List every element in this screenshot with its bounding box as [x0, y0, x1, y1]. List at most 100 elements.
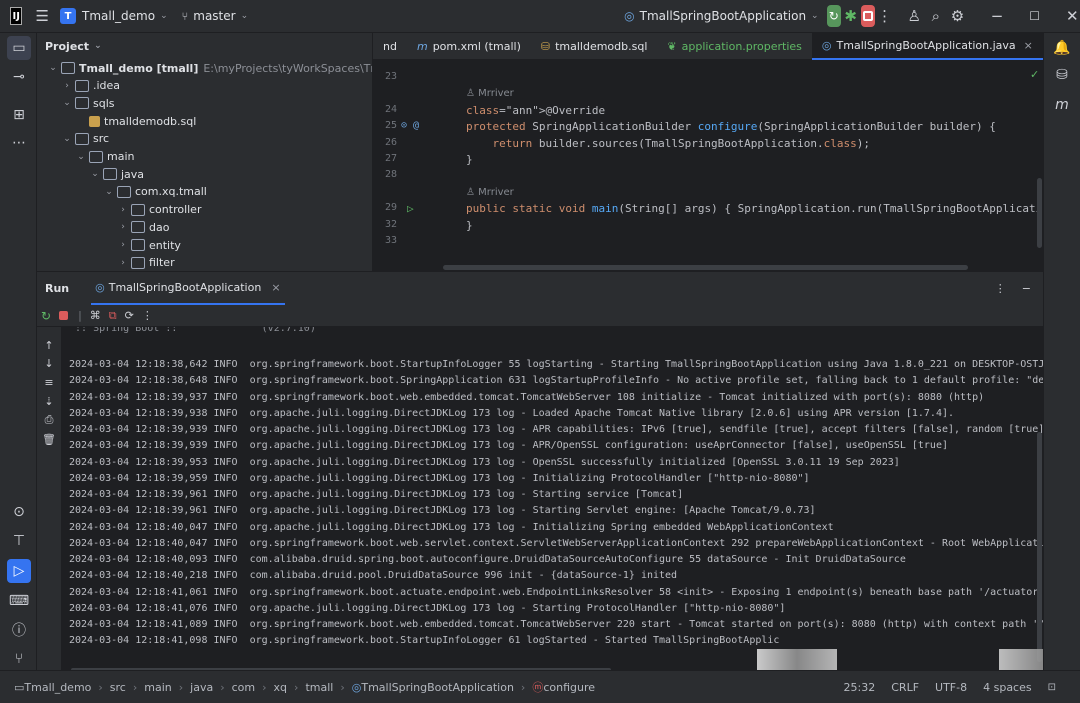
print-icon[interactable]: ⎙ — [41, 412, 57, 428]
tree-item[interactable]: › filter — [117, 254, 174, 271]
tree-item[interactable]: ⌄ Tmall_demo [tmall] E:\myProjects\tyWorkS… — [47, 59, 372, 77]
author-hint[interactable]: ♙ Mrriver — [466, 88, 514, 99]
tab-sql[interactable]: ⛁ tmalldemodb.sql — [531, 33, 658, 60]
editor-vertical-scrollbar[interactable] — [1037, 178, 1042, 248]
breadcrumb-item[interactable]: Tmall_demo — [24, 681, 91, 694]
breadcrumb-item[interactable]: TmallSpringBootApplication — [361, 681, 514, 694]
scroll-to-end-icon[interactable]: ⇣ — [41, 393, 57, 409]
breadcrumb-item[interactable]: tmall — [305, 681, 333, 694]
rerun-icon[interactable]: ↻ — [41, 309, 51, 323]
console-output[interactable]: :: Spring Boot :: (v2.7.10) 2024-03-04 12… — [61, 327, 1043, 670]
run-tool-icon[interactable]: ▷ — [7, 559, 31, 583]
tree-item[interactable]: › .idea — [61, 77, 120, 95]
editor-horizontal-scrollbar[interactable] — [443, 265, 968, 270]
soft-wrap-icon[interactable]: ≡ — [41, 374, 57, 390]
console-vertical-scrollbar[interactable] — [1037, 432, 1042, 662]
project-panel-header[interactable]: Project ⌄ — [37, 33, 372, 59]
close-tab-icon[interactable]: × — [271, 281, 280, 294]
indent-setting[interactable]: 4 spaces — [983, 681, 1032, 694]
menu-icon[interactable]: ☰ — [34, 4, 50, 28]
tree-item-label: sqls — [93, 96, 115, 110]
close-tab-icon[interactable]: × — [1024, 39, 1033, 52]
breadcrumb-item[interactable]: src — [110, 681, 126, 694]
settings-icon[interactable]: ⚙ — [950, 4, 966, 28]
redaction-block — [757, 649, 837, 670]
more-icon[interactable]: ⋮ — [142, 309, 153, 322]
log-line: 2024-03-04 12:18:39,953 INFO org.apache.… — [69, 456, 900, 468]
spring-class-icon: ◎ — [351, 680, 362, 694]
run-tab[interactable]: ◎ TmallSpringBootApplication × — [91, 272, 285, 305]
more-icon[interactable]: ⋮ — [995, 282, 1006, 295]
tree-item[interactable]: › entity — [117, 236, 181, 254]
database-file-icon: ⛁ — [540, 39, 551, 53]
redaction-block — [999, 649, 1043, 670]
chevron-right-icon: › — [121, 204, 125, 215]
minimize-panel-icon[interactable]: − — [1022, 282, 1031, 295]
log-line: 2024-03-04 12:18:40,093 INFO com.alibaba… — [69, 554, 906, 565]
restore-layout-icon[interactable]: ⟳ — [125, 309, 134, 322]
services-icon[interactable]: ⊙ — [7, 500, 31, 524]
rerun-icon[interactable]: ↻ — [826, 5, 841, 27]
chevron-right-icon: › — [132, 680, 138, 694]
breadcrumb-item[interactable]: com — [232, 681, 256, 694]
run-gutter-icon[interactable]: ▷ — [407, 202, 414, 215]
arrow-up-icon[interactable]: ↑ — [41, 337, 57, 353]
tab-properties[interactable]: ❦ application.properties — [657, 33, 812, 60]
minimize-icon[interactable]: − — [989, 4, 1005, 28]
tree-item[interactable]: ⌄ com.xq.tmall — [103, 183, 207, 201]
commit-icon[interactable]: ⊸ — [7, 65, 31, 89]
notifications-icon[interactable]: 🔔 — [1050, 36, 1074, 60]
file-encoding[interactable]: UTF-8 — [935, 681, 967, 694]
tree-item[interactable]: › controller — [117, 201, 201, 219]
structure-icon[interactable]: ⊞ — [7, 103, 31, 127]
tree-item[interactable]: ⌄ src — [61, 130, 109, 148]
lock-icon[interactable]: ⊡ — [1048, 682, 1056, 693]
run-config-selector[interactable]: ◎ TmallSpringBootApplication ⌄ — [624, 0, 818, 33]
method-icon: ⓜ — [532, 681, 544, 694]
tree-item[interactable]: ⌄ java — [89, 165, 144, 183]
more-icon[interactable]: ⋮ — [877, 4, 893, 28]
tree-item-label: entity — [149, 238, 181, 252]
git-icon[interactable]: ⑂ — [7, 647, 31, 671]
breadcrumb-item[interactable]: main — [144, 681, 171, 694]
maximize-icon[interactable]: ☐ — [1027, 4, 1043, 28]
more-tools-icon[interactable]: ⋯ — [7, 131, 31, 155]
project-folder-icon[interactable]: ▭ — [7, 36, 31, 60]
branch-selector[interactable]: ⑂ master ⌄ — [182, 0, 248, 33]
log-line: 2024-03-04 12:18:39,939 INFO org.apache.… — [69, 424, 1043, 435]
terminal-icon[interactable]: ⌨ — [7, 589, 31, 613]
author-hint[interactable]: ♙ Mrriver — [466, 187, 514, 198]
tree-item[interactable]: tmalldemodb.sql — [75, 112, 196, 130]
spring-class-icon: ◎ — [95, 281, 105, 294]
maven-icon[interactable]: m — [1050, 93, 1074, 117]
trash-icon[interactable]: 🗑 — [41, 431, 57, 447]
override-gutter-icon[interactable]: ⊙ @ — [401, 120, 419, 131]
build-icon[interactable]: ⊤ — [7, 529, 31, 553]
project-badge: T — [60, 8, 77, 24]
add-user-icon[interactable]: ♙ — [906, 4, 922, 28]
problems-icon[interactable]: ⓘ — [7, 618, 31, 642]
tab-pom[interactable]: m pom.xml (tmall) — [407, 33, 531, 60]
project-selector[interactable]: T Tmall_demo ⌄ — [60, 0, 168, 33]
tree-item[interactable]: ⌄ sqls — [61, 94, 115, 112]
line-separator[interactable]: CRLF — [891, 681, 919, 694]
tree-item-label: java — [121, 167, 145, 181]
close-icon[interactable]: ✕ — [1064, 4, 1080, 28]
search-icon[interactable]: ⌕ — [928, 4, 944, 28]
line-number: 33 — [384, 235, 397, 246]
stop-icon[interactable] — [860, 5, 875, 27]
tab-main-class[interactable]: ◎ TmallSpringBootApplication.java × — [811, 33, 1043, 60]
caret-position[interactable]: 25:32 — [844, 681, 876, 694]
breadcrumb-item[interactable]: xq — [274, 681, 288, 694]
breadcrumb-item[interactable]: java — [190, 681, 213, 694]
breadcrumb-item[interactable]: configure — [543, 681, 595, 694]
arrow-down-icon[interactable]: ↓ — [41, 355, 57, 371]
dump-icon[interactable]: ⧉ — [109, 309, 117, 323]
tab-truncated[interactable]: nd — [373, 33, 407, 60]
database-icon[interactable]: ⛁ — [1050, 63, 1074, 87]
debug-icon[interactable]: ✱ — [843, 4, 859, 28]
stop-icon[interactable] — [59, 311, 69, 320]
camera-icon[interactable]: ⌘ — [90, 309, 101, 322]
tree-item[interactable]: ⌄ main — [75, 148, 134, 166]
tree-item[interactable]: › dao — [117, 218, 169, 236]
